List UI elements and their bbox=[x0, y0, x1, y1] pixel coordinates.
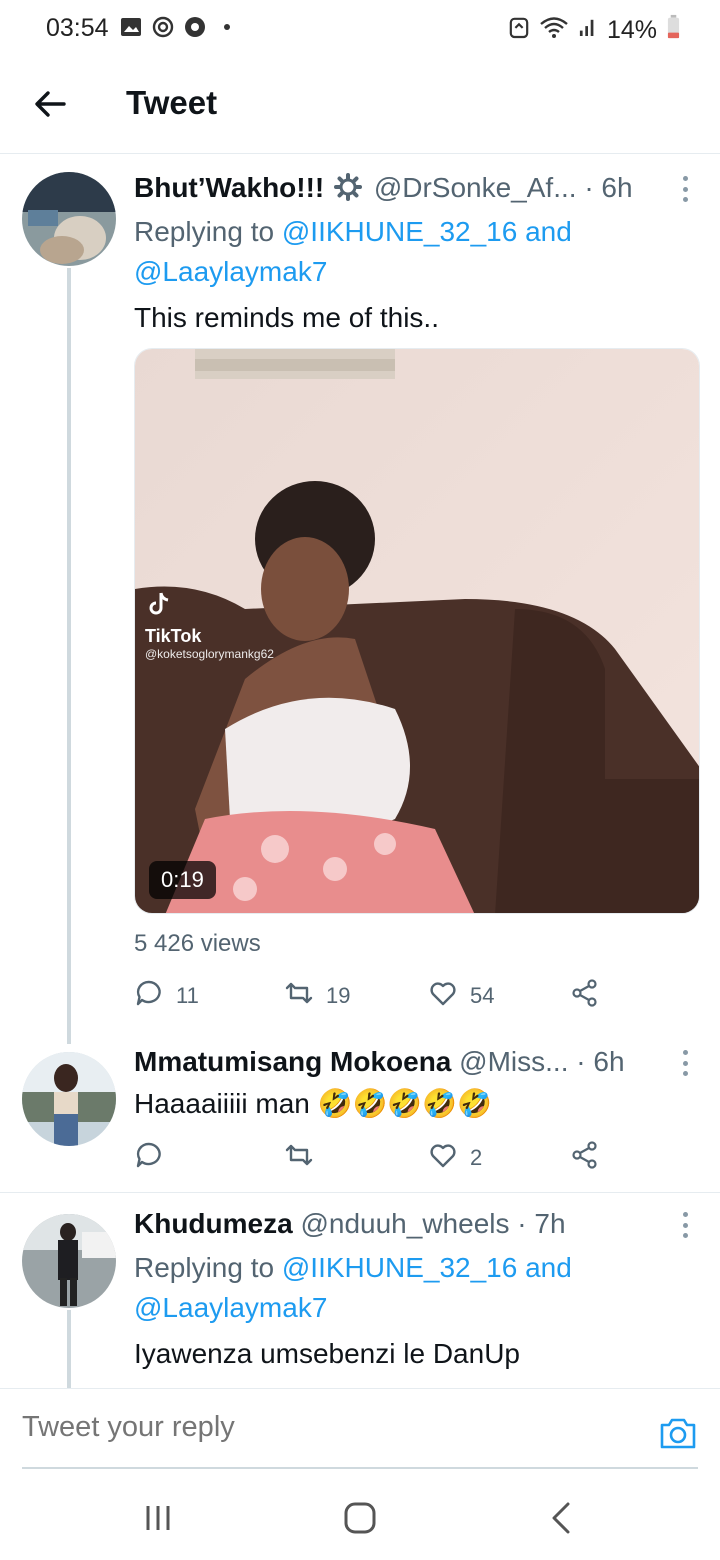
thread-line bbox=[67, 1310, 71, 1388]
replying-to: Replying to @IIKHUNE_32_16 and @Laaylaym… bbox=[134, 1248, 572, 1328]
share-button[interactable] bbox=[570, 1140, 600, 1176]
tweet-header: Mmatumisang Mokoena @Miss... · 6h bbox=[134, 1046, 625, 1078]
more-options-icon[interactable] bbox=[680, 176, 690, 202]
heart-icon bbox=[428, 978, 458, 1014]
retweet-icon bbox=[284, 1140, 314, 1176]
sync-icon bbox=[152, 16, 174, 38]
app-header: Tweet bbox=[0, 60, 720, 154]
battery-percent: 14% bbox=[606, 16, 657, 44]
mention-link[interactable]: @Laaylaymak7 bbox=[134, 256, 327, 287]
tiktok-username: @koketsoglorymankg62 bbox=[145, 647, 274, 661]
reply-icon bbox=[134, 1140, 164, 1176]
camera-icon[interactable] bbox=[658, 1413, 698, 1453]
display-name[interactable]: Khudumeza bbox=[134, 1208, 293, 1239]
avatar[interactable] bbox=[22, 1214, 116, 1308]
reply-button[interactable]: 11 bbox=[134, 978, 199, 1014]
reply-composer bbox=[0, 1388, 720, 1469]
reply-count: 11 bbox=[176, 983, 199, 1008]
status-bar: 03:54 14% bbox=[0, 0, 720, 60]
view-count: 5 426 views bbox=[134, 930, 261, 957]
notification-dot bbox=[224, 24, 230, 30]
mention-link[interactable]: @IIKHUNE_32_16 bbox=[282, 1252, 517, 1283]
back-arrow-icon[interactable] bbox=[30, 84, 70, 124]
tweet-header: Khudumeza @nduuh_wheels · 7h bbox=[134, 1208, 566, 1240]
user-handle[interactable]: @DrSonke_Af... bbox=[374, 172, 577, 203]
tweet-text: Iyawenza umsebenzi le DanUp bbox=[134, 1338, 520, 1369]
system-nav-bar bbox=[0, 1470, 720, 1560]
gallery-icon bbox=[120, 16, 142, 38]
signal-icon bbox=[579, 15, 597, 46]
share-button[interactable] bbox=[570, 978, 600, 1014]
video-duration: 0:19 bbox=[149, 861, 216, 899]
thread-line bbox=[67, 268, 71, 1044]
replying-prefix: Replying to bbox=[134, 216, 282, 247]
tweet-text: Haaaaiiiii man 🤣🤣🤣🤣🤣 bbox=[134, 1088, 492, 1119]
alarm-icon bbox=[509, 15, 529, 46]
tweet-time[interactable]: · 6h bbox=[576, 1046, 624, 1077]
chrome-icon bbox=[184, 16, 206, 38]
tweet-actions: 11 19 54 bbox=[134, 978, 694, 1018]
like-button[interactable]: 2 bbox=[428, 1140, 482, 1176]
tweet-video[interactable]: TikTok @koketsoglorymankg62 0:19 bbox=[134, 348, 700, 914]
like-button[interactable]: 54 bbox=[428, 978, 494, 1014]
battery-icon bbox=[667, 14, 680, 47]
replying-and: and bbox=[517, 1252, 572, 1283]
heart-icon bbox=[428, 1140, 458, 1176]
tiktok-logo: TikTok bbox=[145, 626, 202, 646]
tweet-actions: 2 bbox=[134, 1140, 694, 1180]
retweet-icon bbox=[284, 978, 314, 1014]
avatar[interactable] bbox=[22, 1052, 116, 1146]
avatar[interactable] bbox=[22, 172, 116, 266]
reply-button[interactable] bbox=[134, 1140, 176, 1176]
mention-link[interactable]: @Laaylaymak7 bbox=[134, 1292, 327, 1323]
replying-prefix: Replying to bbox=[134, 1252, 282, 1283]
share-icon bbox=[570, 1140, 600, 1176]
retweet-button[interactable] bbox=[284, 1140, 326, 1176]
retweet-button[interactable]: 19 bbox=[284, 978, 350, 1014]
tiktok-watermark: TikTok @koketsoglorymankg62 bbox=[145, 589, 274, 661]
display-name[interactable]: Mmatumisang Mokoena bbox=[134, 1046, 451, 1077]
gear-icon bbox=[334, 173, 363, 208]
tweet-time[interactable]: · 6h bbox=[584, 172, 632, 203]
reply-input-underline bbox=[22, 1467, 698, 1469]
mention-link[interactable]: @IIKHUNE_32_16 bbox=[282, 216, 517, 247]
status-time: 03:54 bbox=[46, 14, 109, 42]
share-icon bbox=[570, 978, 600, 1014]
more-options-icon[interactable] bbox=[680, 1050, 690, 1076]
user-handle[interactable]: @Miss... bbox=[459, 1046, 568, 1077]
tweet-header: Bhut’Wakho!!! @DrSonke_Af... · 6h bbox=[134, 172, 633, 208]
tweet-time[interactable]: · 7h bbox=[517, 1208, 565, 1239]
page-title: Tweet bbox=[126, 84, 218, 121]
display-name[interactable]: Bhut’Wakho!!! bbox=[134, 172, 324, 203]
tweet-text: This reminds me of this.. bbox=[134, 302, 439, 333]
wifi-icon bbox=[539, 15, 569, 46]
recents-icon[interactable] bbox=[138, 1498, 178, 1538]
divider bbox=[0, 1192, 720, 1193]
like-count: 2 bbox=[470, 1145, 483, 1170]
retweet-count: 19 bbox=[326, 983, 351, 1008]
more-options-icon[interactable] bbox=[680, 1212, 690, 1238]
replying-and: and bbox=[517, 216, 572, 247]
reply-input[interactable] bbox=[22, 1411, 622, 1444]
replying-to: Replying to @IIKHUNE_32_16 and @Laaylaym… bbox=[134, 212, 572, 292]
user-handle[interactable]: @nduuh_wheels bbox=[300, 1208, 509, 1239]
reply-icon bbox=[134, 978, 164, 1014]
home-icon[interactable] bbox=[340, 1498, 380, 1538]
like-count: 54 bbox=[470, 983, 495, 1008]
back-icon[interactable] bbox=[542, 1498, 582, 1538]
tiktok-icon bbox=[149, 592, 169, 615]
